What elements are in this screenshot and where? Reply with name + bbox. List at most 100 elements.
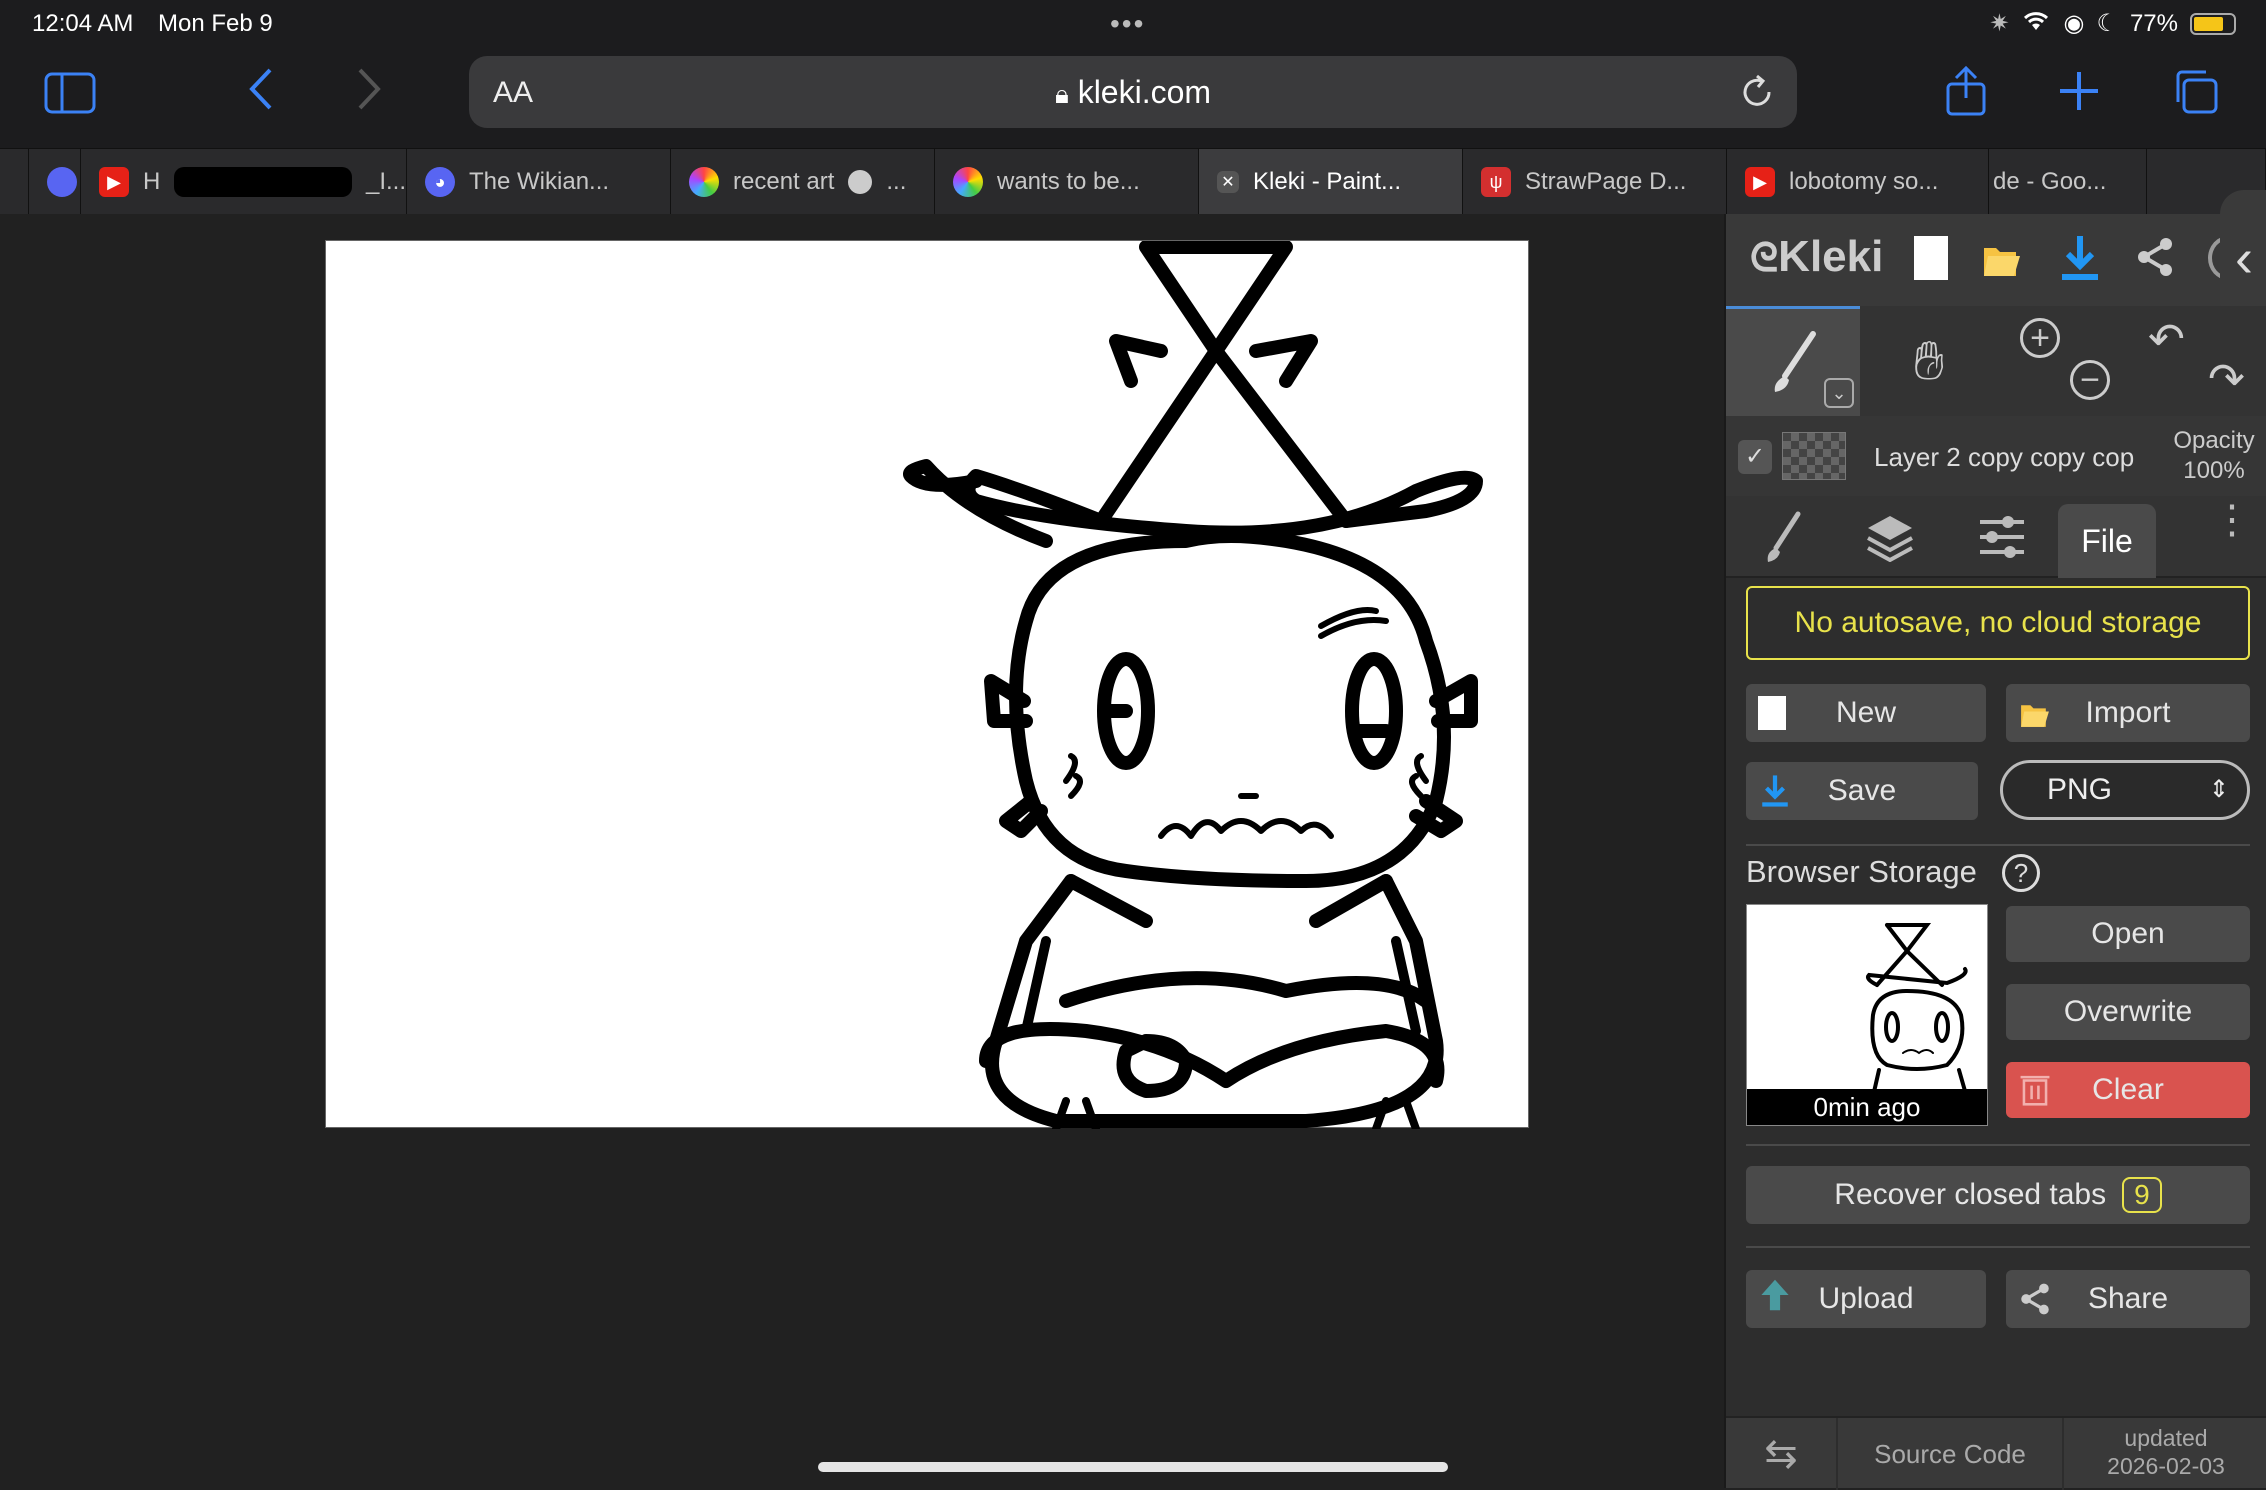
kleki-side-panel: ᘓKleki ‹ ⌄ ✋︎ + − ↶ ↷ ✓ Layer 2 copy cop… bbox=[1724, 190, 2266, 1490]
discord-icon: ◕ bbox=[425, 167, 455, 197]
url-domain: kleki.com bbox=[1077, 74, 1212, 110]
autosave-warning: No autosave, no cloud storage bbox=[1746, 586, 2250, 660]
tab-strawpage[interactable]: ψ StrawPage D... bbox=[1462, 149, 1726, 215]
folder-icon bbox=[2021, 705, 2049, 727]
tab-youtube-redacted[interactable]: ▶ H _I... bbox=[80, 149, 406, 215]
new-tab-icon[interactable] bbox=[2058, 70, 2100, 117]
tab-kleki-active[interactable]: ✕ Kleki - Paint... bbox=[1198, 149, 1462, 215]
share-icon[interactable] bbox=[2134, 236, 2176, 283]
format-select[interactable]: PNG ⇕ bbox=[2000, 760, 2250, 820]
kleki-logo: ᘓKleki bbox=[1750, 232, 1884, 281]
layer-visibility-checkbox[interactable]: ✓ bbox=[1738, 440, 1772, 474]
undo-icon[interactable]: ↶ bbox=[2148, 314, 2185, 365]
hand-icon: ✋︎ bbox=[1913, 330, 1945, 391]
panel-header: ᘓKleki ‹ bbox=[1726, 190, 2266, 326]
chevron-down-icon[interactable]: ⌄ bbox=[1824, 378, 1854, 408]
layers-icon bbox=[1867, 516, 1913, 563]
status-icons: ✷ ◉ ☾ 77% bbox=[1989, 8, 2236, 39]
tab-google[interactable]: de - Goo... bbox=[1988, 149, 2146, 215]
address-bar[interactable]: AA 🔒︎ kleki.com bbox=[469, 56, 1797, 128]
tab-adjust[interactable] bbox=[1978, 514, 2026, 565]
share-button[interactable]: Share bbox=[2006, 1270, 2250, 1328]
sidebar-toggle-icon[interactable] bbox=[44, 72, 96, 119]
home-indicator[interactable] bbox=[818, 1462, 1448, 1472]
tab-layers[interactable] bbox=[1866, 512, 1914, 567]
layer-opacity[interactable]: Opacity 100% bbox=[2164, 426, 2264, 486]
status-bar: 12:04 AM Mon Feb 9 ••• ✷ ◉ ☾ 77% bbox=[0, 0, 2266, 48]
divider bbox=[1746, 1246, 2250, 1248]
panel-tabs: File ⋮ bbox=[1726, 496, 2266, 578]
thumbnail-age: 0min ago bbox=[1747, 1089, 1987, 1125]
youtube-icon: ▶ bbox=[1745, 167, 1775, 197]
undo-redo-controls: ↶ ↷ bbox=[2134, 306, 2266, 416]
divider bbox=[1746, 1144, 2250, 1146]
hand-tool-button[interactable]: ✋︎ bbox=[1862, 306, 1996, 416]
share-icon bbox=[2021, 1283, 2049, 1315]
new-file-icon bbox=[1758, 696, 1786, 730]
new-file-icon[interactable] bbox=[1914, 236, 1948, 280]
new-button[interactable]: New bbox=[1746, 684, 1986, 742]
more-vertical-icon[interactable]: ⋮ bbox=[2212, 500, 2252, 540]
brush-tool-button[interactable]: ⌄ bbox=[1726, 306, 1860, 416]
download-icon bbox=[1762, 775, 1788, 807]
redaction-mark bbox=[174, 167, 352, 197]
tab-wants-to-be[interactable]: wants to be... bbox=[934, 149, 1198, 215]
flower-icon bbox=[953, 167, 983, 197]
source-code-link[interactable]: Source Code bbox=[1838, 1418, 2064, 1490]
drawing-canvas[interactable] bbox=[325, 240, 1529, 1133]
save-button[interactable]: Save bbox=[1746, 762, 1978, 820]
tab-wikian[interactable]: ◕ The Wikian... bbox=[406, 149, 670, 215]
tabs-overview-icon[interactable] bbox=[2172, 68, 2220, 119]
swap-side-icon[interactable]: ⇆ bbox=[1726, 1418, 1838, 1490]
tab-file[interactable]: File bbox=[2058, 504, 2156, 578]
import-button[interactable]: Import bbox=[2006, 684, 2250, 742]
tab-recent-art[interactable]: recent art ... bbox=[670, 149, 934, 215]
trash-icon bbox=[2020, 1075, 2050, 1106]
help-icon[interactable]: ? bbox=[2002, 854, 2040, 892]
brush-icon bbox=[1767, 511, 1801, 562]
updown-chevron-icon: ⇕ bbox=[2208, 776, 2229, 803]
recover-closed-tabs-button[interactable]: Recover closed tabs 9 bbox=[1746, 1166, 2250, 1224]
discord-icon bbox=[47, 167, 77, 197]
tab-brush[interactable] bbox=[1760, 510, 1804, 571]
storage-thumbnail[interactable]: 0min ago bbox=[1746, 904, 1988, 1126]
share-icon[interactable] bbox=[1944, 65, 1988, 121]
updated-info: updated 2026-02-03 bbox=[2107, 1425, 2225, 1479]
current-layer-row[interactable]: ✓ Layer 2 copy copy cop Opacity 100% bbox=[1726, 416, 2266, 496]
download-icon[interactable] bbox=[2060, 234, 2100, 287]
back-icon[interactable] bbox=[246, 66, 276, 123]
rotation-lock-icon: ◉ bbox=[2063, 10, 2085, 37]
upload-arrow-icon bbox=[1761, 1279, 1789, 1311]
recover-count-badge: 9 bbox=[2122, 1177, 2162, 1213]
emoji-icon bbox=[848, 170, 873, 194]
browser-storage-title: Browser Storage bbox=[1746, 854, 1977, 889]
overwrite-button[interactable]: Overwrite bbox=[2006, 984, 2250, 1040]
upload-button[interactable]: Upload bbox=[1746, 1270, 1986, 1328]
battery-percent: 77% bbox=[2129, 9, 2178, 37]
tab-partial[interactable] bbox=[28, 149, 80, 215]
battery-icon bbox=[2190, 12, 2236, 35]
zoom-controls: + − bbox=[1998, 306, 2132, 416]
reload-icon[interactable] bbox=[1739, 74, 1775, 115]
tab-lobotomy[interactable]: ▶ lobotomy so... bbox=[1726, 149, 1988, 215]
multitask-dots-icon[interactable]: ••• bbox=[1110, 8, 1145, 40]
zoom-in-icon[interactable]: + bbox=[2020, 318, 2060, 358]
layer-thumbnail bbox=[1782, 432, 1846, 480]
open-button[interactable]: Open bbox=[2006, 906, 2250, 962]
open-folder-icon[interactable] bbox=[1982, 236, 2022, 285]
strawpage-icon: ψ bbox=[1481, 167, 1511, 197]
moon-icon: ☾ bbox=[2096, 10, 2118, 37]
wifi-icon bbox=[2021, 8, 2051, 39]
divider bbox=[1746, 844, 2250, 846]
forward-icon[interactable] bbox=[354, 66, 384, 117]
flower-icon bbox=[689, 167, 719, 197]
zoom-out-icon[interactable]: − bbox=[2070, 360, 2110, 400]
close-tab-icon[interactable]: ✕ bbox=[1217, 171, 1239, 193]
clear-button[interactable]: Clear bbox=[2006, 1062, 2250, 1118]
panel-footer: ⇆ Source Code updated 2026-02-03 bbox=[1726, 1416, 2266, 1490]
kleki-logo-icon: ᘓ bbox=[1750, 236, 1779, 280]
redo-icon[interactable]: ↷ bbox=[2208, 354, 2245, 405]
brightness-icon: ✷ bbox=[1989, 10, 2010, 37]
character-drawing bbox=[903, 240, 1483, 1133]
tab-bar: ▶ H _I... ◕ The Wikian... recent art ...… bbox=[0, 148, 2266, 215]
